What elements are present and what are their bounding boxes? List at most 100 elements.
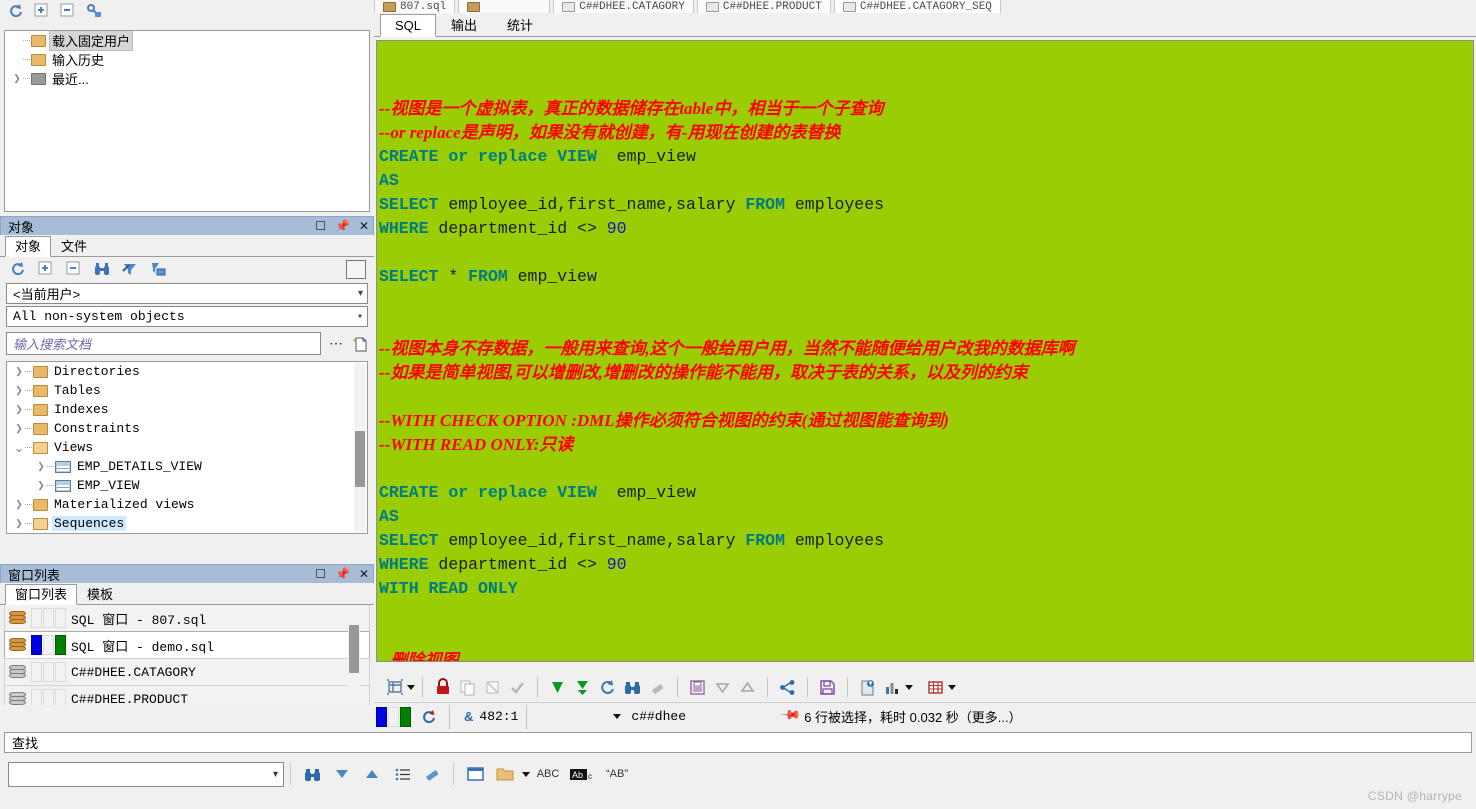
find-down-icon[interactable] bbox=[327, 761, 357, 787]
tab-output[interactable]: 输出 bbox=[436, 14, 492, 37]
ellipsis-icon[interactable]: ⋯ bbox=[327, 335, 346, 352]
tree-item[interactable]: ❯ Indexes bbox=[7, 400, 367, 419]
window-list-item[interactable]: SQL 窗口 - demo.sql bbox=[4, 631, 370, 659]
sql-editor[interactable]: --视图是一个虚拟表，真正的数据储存在table中，相当于一个子查询 --or r… bbox=[376, 40, 1474, 662]
refresh-icon[interactable] bbox=[8, 3, 24, 19]
maximize-icon[interactable]: ☐ bbox=[315, 220, 326, 232]
session-tree[interactable]: 载入固定用户 输入历史 ❯ 最近... bbox=[4, 30, 370, 212]
doc-tab-demosql[interactable] bbox=[458, 0, 551, 13]
binoculars-icon[interactable] bbox=[94, 261, 110, 277]
tree-item[interactable]: ⌄ Views bbox=[7, 438, 367, 457]
grid-dropdown[interactable] bbox=[948, 684, 956, 690]
chevron-right-icon[interactable]: ❯ bbox=[11, 73, 23, 84]
maximize-icon[interactable]: ☐ bbox=[315, 568, 326, 580]
window-list-item[interactable]: C##DHEE.PRODUCT bbox=[4, 685, 370, 705]
sort-asc-icon[interactable] bbox=[735, 675, 760, 700]
chart-icon[interactable] bbox=[880, 675, 905, 700]
tab-window-list[interactable]: 窗口列表 bbox=[5, 584, 78, 605]
chevron-right-icon[interactable]: ❯ bbox=[13, 423, 25, 434]
paste-icon[interactable] bbox=[480, 675, 505, 700]
find-icon[interactable] bbox=[620, 675, 645, 700]
objects-tree[interactable]: ❯ Directories ❯ Tables ❯ Indexes ❯ Constraints ⌄… bbox=[6, 361, 368, 534]
pin-icon[interactable]: 📌 bbox=[335, 220, 350, 232]
tree-item[interactable]: ❯ EMP_VIEW bbox=[7, 476, 367, 495]
copy-icon[interactable] bbox=[455, 675, 480, 700]
tab-objects[interactable]: 对象 bbox=[5, 236, 52, 257]
doc-tab-catagory[interactable]: C##DHEE.CATAGORY bbox=[553, 0, 694, 13]
export-down-icon[interactable] bbox=[545, 675, 570, 700]
tree-item[interactable]: ❯ Sequences bbox=[7, 514, 367, 533]
doc-tab-catagory-seq[interactable]: C##DHEE.CATAGORY_SEQ bbox=[833, 0, 1001, 13]
tree-item-input-history[interactable]: 输入历史 bbox=[5, 50, 369, 69]
list-icon[interactable] bbox=[387, 761, 417, 787]
link-icon[interactable] bbox=[775, 675, 800, 700]
collapse-icon[interactable] bbox=[66, 261, 82, 277]
doc-tab-product[interactable]: C##DHEE.PRODUCT bbox=[696, 0, 831, 13]
folder-icon[interactable] bbox=[490, 761, 520, 787]
filter-remove-icon[interactable] bbox=[122, 261, 138, 277]
execute-icon[interactable] bbox=[416, 704, 441, 729]
scrollbar-thumb[interactable] bbox=[355, 431, 365, 487]
tree-item-recent[interactable]: ❯ 最近... bbox=[5, 69, 369, 88]
binoculars-icon[interactable] bbox=[297, 761, 327, 787]
insert-record-icon[interactable] bbox=[382, 675, 407, 700]
find-up-icon[interactable] bbox=[357, 761, 387, 787]
objects-color-box[interactable] bbox=[346, 260, 366, 279]
tab-files[interactable]: 文件 bbox=[51, 236, 97, 257]
refresh-icon[interactable] bbox=[595, 675, 620, 700]
grid-icon[interactable] bbox=[923, 675, 948, 700]
chevron-down-icon[interactable]: ▾ bbox=[273, 769, 278, 780]
save-icon[interactable] bbox=[815, 675, 840, 700]
match-case-icon[interactable]: Ab c bbox=[566, 761, 600, 787]
tree-item[interactable]: ❯ Directories bbox=[7, 362, 367, 381]
scrollbar-thumb[interactable] bbox=[349, 625, 359, 673]
lock-icon[interactable] bbox=[430, 675, 455, 700]
chevron-right-icon[interactable]: ❯ bbox=[13, 518, 25, 529]
doc-tab-807sql[interactable]: 807.sql bbox=[374, 0, 456, 13]
chevron-right-icon[interactable]: ❯ bbox=[13, 499, 25, 510]
chevron-right-icon[interactable]: ❯ bbox=[13, 385, 25, 396]
chevron-right-icon[interactable]: ❯ bbox=[35, 461, 47, 472]
pin-icon[interactable]: 📌 bbox=[335, 568, 350, 580]
save-grid-icon[interactable] bbox=[685, 675, 710, 700]
tree-item[interactable]: ❯ EMP_DETAILS_VIEW bbox=[7, 457, 367, 476]
tab-sql[interactable]: SQL bbox=[380, 14, 437, 37]
tree-item-fixed-users[interactable]: 载入固定用户 bbox=[5, 31, 369, 51]
eraser-icon[interactable] bbox=[417, 761, 447, 787]
user-select[interactable]: <当前用户> ▾ bbox=[6, 283, 368, 304]
window-icon[interactable] bbox=[460, 761, 490, 787]
chart-dropdown[interactable] bbox=[905, 684, 913, 690]
tree-item[interactable]: ❯ Tables bbox=[7, 381, 367, 400]
window-list-item[interactable]: SQL 窗口 - 807.sql bbox=[4, 605, 370, 632]
check-icon[interactable] bbox=[505, 675, 530, 700]
folder-dropdown[interactable] bbox=[522, 771, 530, 777]
tab-statistics[interactable]: 统计 bbox=[492, 14, 548, 37]
connection-dropdown[interactable] bbox=[613, 714, 622, 719]
search-input[interactable]: 输入搜索文档 bbox=[6, 332, 321, 355]
chevron-down-icon[interactable]: ⌄ bbox=[13, 440, 25, 456]
upload-doc-icon[interactable] bbox=[855, 675, 880, 700]
objects-tree-scrollbar[interactable] bbox=[354, 363, 366, 532]
find-input[interactable]: ▾ bbox=[8, 761, 284, 787]
sql-editor-content[interactable]: --视图是一个虚拟表，真正的数据储存在table中，相当于一个子查询 --or r… bbox=[379, 49, 1473, 661]
whole-word-icon[interactable]: “AB” bbox=[600, 761, 634, 787]
eraser-icon[interactable] bbox=[645, 675, 670, 700]
tab-templates[interactable]: 模板 bbox=[77, 584, 123, 605]
close-icon[interactable]: ✕ bbox=[359, 220, 369, 232]
pin-icon[interactable]: 📌 bbox=[780, 703, 807, 730]
chevron-right-icon[interactable]: ❯ bbox=[13, 404, 25, 415]
key-icon[interactable] bbox=[86, 3, 102, 19]
insert-record-dropdown[interactable] bbox=[407, 684, 415, 690]
chevron-right-icon[interactable]: ❯ bbox=[35, 480, 47, 491]
window-list-scrollbar[interactable] bbox=[348, 607, 360, 703]
expand-icon[interactable] bbox=[38, 261, 54, 277]
refresh-icon[interactable] bbox=[10, 261, 26, 277]
export-all-down-icon[interactable] bbox=[570, 675, 595, 700]
sort-desc-icon[interactable] bbox=[710, 675, 735, 700]
filter-icon[interactable] bbox=[150, 261, 166, 277]
filter-select[interactable]: All non-system objects ▾ bbox=[6, 306, 368, 327]
window-list-item[interactable]: C##DHEE.CATAGORY bbox=[4, 658, 370, 686]
new-doc-icon[interactable] bbox=[352, 336, 368, 352]
collapse-icon[interactable] bbox=[60, 3, 76, 19]
tree-item[interactable]: ❯ Constraints bbox=[7, 419, 367, 438]
